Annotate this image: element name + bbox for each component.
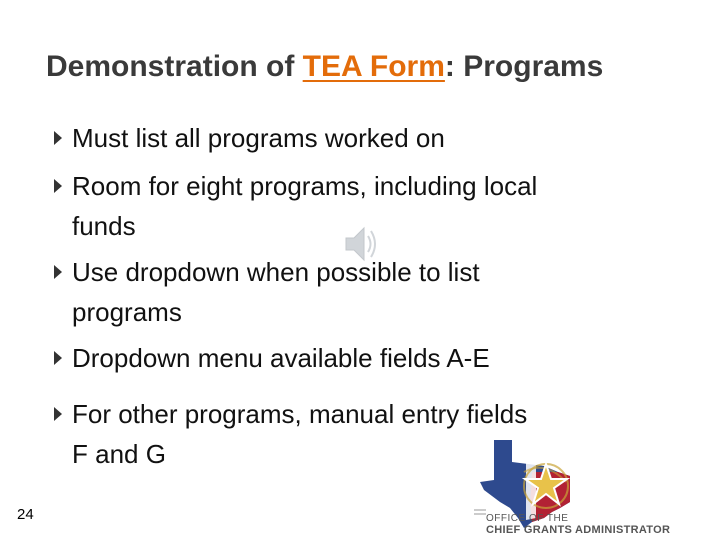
- slide-title: Demonstration of TEA Form: Programs: [46, 50, 603, 84]
- tea-form-link[interactable]: TEA Form: [303, 50, 445, 83]
- bullet-text: Must list all programs worked on: [72, 123, 445, 153]
- triangle-right-icon: [54, 407, 62, 421]
- triangle-right-icon: [54, 179, 62, 193]
- bullet-text: Room for eight programs, including local: [72, 171, 538, 201]
- speaker-icon[interactable]: [340, 222, 380, 266]
- slide: Demonstration of TEA Form: Programs Must…: [0, 0, 720, 540]
- triangle-right-icon: [54, 351, 62, 365]
- logo-line-1: OFFICE OF THE: [486, 513, 569, 524]
- title-prefix: Demonstration of: [46, 50, 303, 83]
- bullet-item: Must list all programs worked on: [54, 118, 674, 158]
- bullet-text: For other programs, manual entry fields: [72, 399, 528, 429]
- bullet-item: Dropdown menu available fields A-E: [54, 338, 674, 378]
- bullet-text-continued: programs: [72, 297, 182, 327]
- triangle-right-icon: [54, 265, 62, 279]
- page-number: 24: [17, 506, 34, 523]
- logo-line-2: CHIEF GRANTS ADMINISTRATOR: [486, 524, 671, 536]
- triangle-right-icon: [54, 131, 62, 145]
- title-suffix: : Programs: [444, 50, 604, 83]
- bullet-text: Dropdown menu available fields A-E: [72, 343, 490, 373]
